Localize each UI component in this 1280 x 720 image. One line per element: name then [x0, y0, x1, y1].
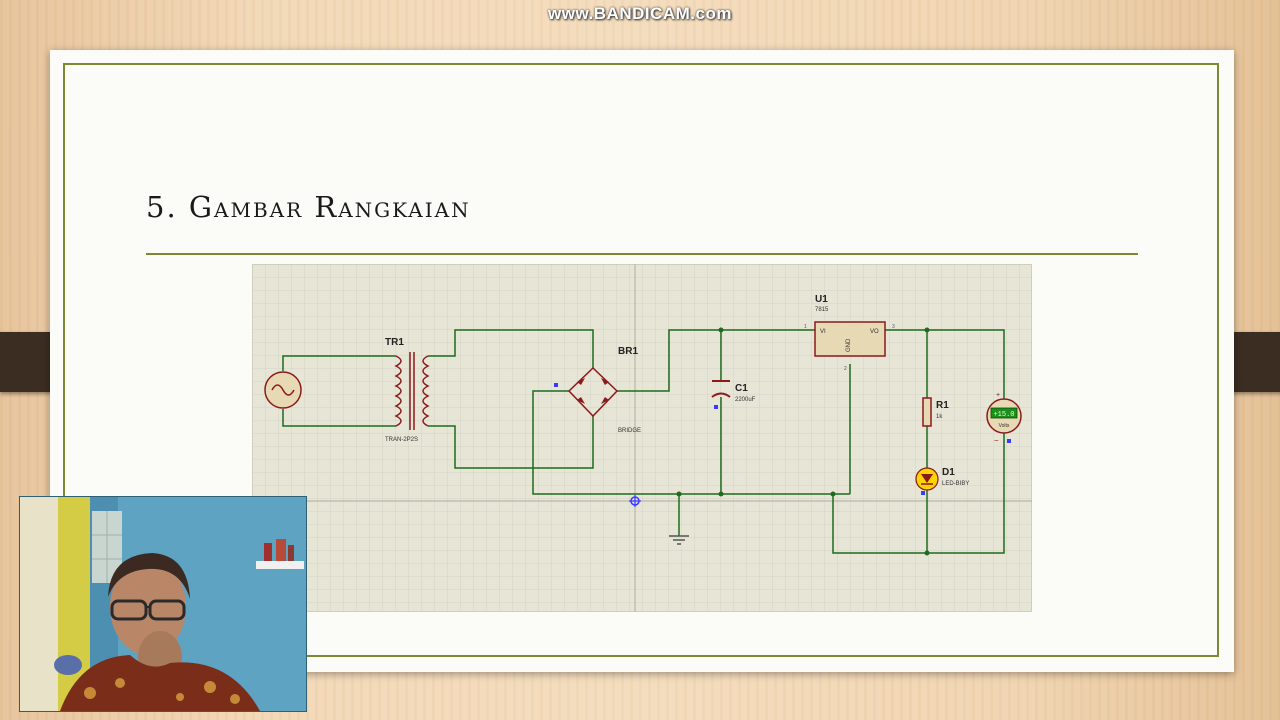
schematic-canvas: TR1 TRAN-2P2S BR1 BRIDGE C1 2200uF VI VO [252, 264, 1032, 612]
pin-marker [554, 383, 558, 387]
ac-source-icon [264, 371, 302, 409]
c1-ref-label: C1 [735, 383, 748, 394]
u1-pin3-number: 3 [892, 324, 895, 330]
voltmeter-reading: +15.0 [993, 411, 1014, 419]
slide-title: 5. Gambar Rangkaian [146, 190, 471, 224]
u1-value-label: 7815 [815, 307, 829, 313]
u1-pin-vo: VO [870, 329, 879, 335]
pin-marker [921, 491, 925, 495]
u1-pin-gnd: GND [846, 338, 852, 352]
d1-ref-label: D1 [942, 467, 955, 478]
recorder-watermark: www.BANDICAM.com [548, 4, 732, 23]
voltmeter-plus: + [996, 392, 1000, 399]
pin-marker [714, 405, 718, 409]
c1-value-label: 2200uF [735, 397, 756, 403]
tr1-ref-label: TR1 [385, 337, 404, 348]
u1-ref-label: U1 [815, 294, 828, 305]
u1-pin-vi: VI [820, 329, 826, 335]
tr1-value-label: TRAN-2P2S [385, 437, 418, 443]
u1-pin1-number: 1 [804, 324, 807, 330]
pin-marker [1007, 439, 1011, 443]
voltmeter-minus: − [994, 436, 999, 445]
u1-pin2-number: 2 [844, 366, 847, 372]
br1-value-label: BRIDGE [618, 428, 641, 434]
voltmeter-unit: Volts [999, 423, 1010, 429]
r1-ref-label: R1 [936, 400, 949, 411]
webcam-feed [20, 497, 306, 711]
circuit-schematic: TR1 TRAN-2P2S BR1 BRIDGE C1 2200uF VI VO [252, 264, 1032, 612]
br1-ref-label: BR1 [618, 346, 638, 357]
r1-value-label: 1k [936, 414, 943, 420]
webcam-overlay [19, 496, 307, 712]
d1-value-label: LED-BIBY [942, 481, 969, 487]
grid-minor [252, 264, 1032, 612]
title-divider [146, 253, 1138, 255]
